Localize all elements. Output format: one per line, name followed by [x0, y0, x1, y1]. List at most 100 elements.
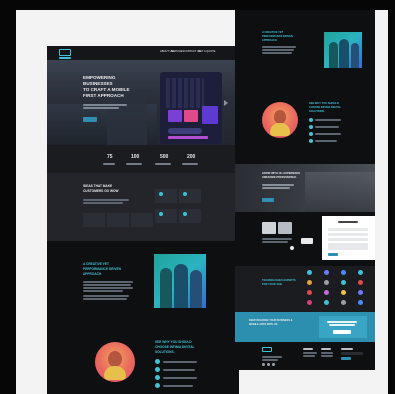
hero-body-line: [83, 107, 119, 109]
idea-card[interactable]: [107, 213, 129, 227]
band-body-line: [262, 187, 290, 189]
r-creative-title-3: APPROACH: [262, 39, 277, 42]
footer-col-line: [321, 352, 333, 354]
contact-line: [262, 241, 288, 243]
r-why-title-3: SOLUTIONS.: [309, 110, 325, 113]
tech-logo-icon: [324, 270, 329, 275]
stat-caption: [182, 163, 198, 165]
tech-logo-icon: [307, 300, 312, 305]
footer-col-line: [321, 348, 331, 350]
subscribe-line: [327, 321, 357, 323]
phone-bar: [168, 136, 208, 139]
contact-small-image: [301, 238, 313, 244]
footer-line: [262, 359, 278, 361]
tech-logo-icon: [307, 290, 312, 295]
form-textarea[interactable]: [328, 243, 368, 250]
footer-col-line: [303, 348, 313, 350]
idea-card[interactable]: [131, 213, 153, 227]
tech-logo-icon: [341, 290, 346, 295]
photo-person: [160, 268, 172, 308]
tech-logo-icon: [358, 270, 363, 275]
footer-col-line: [303, 355, 315, 357]
idea-card[interactable]: [179, 189, 201, 203]
form-input[interactable]: [328, 228, 368, 231]
form-submit-button[interactable]: [328, 253, 338, 256]
contact-thumbnail: [262, 222, 276, 234]
r-creative-team-photo: [324, 32, 362, 68]
hero-cta-button[interactable]: [83, 117, 97, 122]
photo-person: [174, 264, 188, 308]
subscribe-button[interactable]: [333, 330, 351, 334]
form-input[interactable]: [328, 233, 368, 236]
why-item-line: [163, 377, 197, 379]
check-circle-icon: [155, 359, 160, 364]
band-button[interactable]: [262, 198, 274, 202]
right-banner: KEEP BUILDING YOUR BUSINESS & MOBILE APP…: [235, 312, 375, 342]
phone-app-tile: [184, 110, 198, 122]
right-contact: [235, 212, 375, 266]
idea-icon: [183, 192, 187, 196]
footer-input[interactable]: [341, 352, 363, 355]
footer-logo-icon: [262, 347, 272, 352]
tech-logo-icon: [341, 300, 346, 305]
subscribe-line: [329, 324, 355, 326]
footer-button[interactable]: [341, 357, 351, 360]
tech-logo-icon: [358, 280, 363, 285]
left-hero: EMPOWERING BUSINESSES TO CRAFT A MOBILE …: [47, 60, 239, 145]
right-dark-band: GROW WITH 10+ EXPERIENCE AWESOME PROFESS…: [235, 164, 375, 212]
social-icon[interactable]: [272, 363, 275, 366]
creative-body-line: [83, 281, 133, 283]
left-mockup: ABOUT US SERVICES CONTACT US GET A QUOTE…: [47, 46, 239, 394]
left-header: ABOUT US SERVICES CONTACT US GET A QUOTE: [47, 46, 239, 60]
photo-person: [329, 42, 338, 68]
avatar-person-body: [104, 366, 126, 380]
left-creative: A CREATIVE YET PERFORMANCE DRIVEN APPROA…: [47, 241, 239, 336]
creative-title-1: A CREATIVE YET: [83, 262, 109, 266]
stat-value: 100: [131, 154, 140, 160]
phone-app-tile: [202, 106, 218, 124]
hero-phone-mockup: [160, 72, 222, 144]
idea-card[interactable]: [83, 213, 105, 227]
nav-quote[interactable]: GET A QUOTE: [198, 50, 215, 54]
footer-line: [262, 356, 282, 358]
tech-logo-icon: [358, 300, 363, 305]
phone-logo-icon: [59, 49, 71, 56]
ideas-body-line: [83, 202, 123, 204]
check-circle-icon: [155, 375, 160, 380]
tech-logo-icon: [358, 290, 363, 295]
idea-icon: [183, 212, 187, 216]
why-title-1: SEE WHY YOU SHOULD: [155, 340, 192, 344]
social-icon[interactable]: [262, 363, 265, 366]
tech-logo-icon: [341, 280, 346, 285]
creative-body-line: [83, 298, 127, 300]
screenshot-stage: ABOUT US SERVICES CONTACT US GET A QUOTE…: [0, 0, 395, 394]
ideas-title-1: IDEAS THAT MAKE: [83, 184, 113, 188]
left-ideas: IDEAS THAT MAKE CUSTOMERS GO WOW: [47, 173, 239, 241]
tech-logo-icon: [324, 300, 329, 305]
tech-logo-icon: [307, 270, 312, 275]
stat-value: 75: [107, 154, 113, 160]
nav-services[interactable]: SERVICES: [171, 50, 184, 54]
tech-logo-icon: [341, 270, 346, 275]
idea-card[interactable]: [155, 209, 177, 223]
creative-body-line: [83, 295, 129, 297]
tech-logo-icon: [324, 290, 329, 295]
check-circle-icon: [309, 125, 313, 129]
idea-card[interactable]: [179, 209, 201, 223]
phone-screen-grid: [166, 78, 204, 108]
right-mockup: A CREATIVE YET PERFORMANCE DRIVEN APPROA…: [235, 10, 375, 370]
form-input[interactable]: [328, 238, 368, 241]
arrow-right-icon[interactable]: [224, 100, 228, 106]
creative-team-photo: [154, 254, 206, 308]
r-why-line: [315, 140, 337, 142]
check-circle-icon: [309, 139, 313, 143]
contact-line: [262, 238, 292, 240]
creative-body-line: [83, 290, 123, 292]
social-icon[interactable]: [267, 363, 270, 366]
idea-icon: [159, 212, 163, 216]
play-icon[interactable]: [290, 246, 294, 250]
ideas-title-2: CUSTOMERS GO WOW: [83, 189, 119, 193]
idea-card[interactable]: [155, 189, 177, 203]
r-why-line: [315, 119, 341, 121]
hero-headline-2: BUSINESSES: [83, 81, 113, 86]
